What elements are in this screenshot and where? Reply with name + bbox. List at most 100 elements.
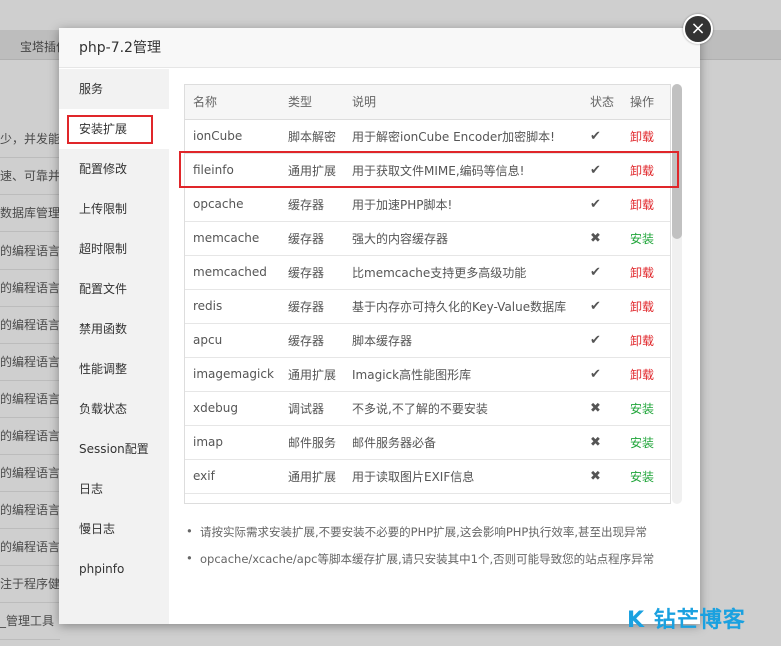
table-row: memcache 缓存器 强大的内容缓存器 ✖ 安装: [185, 221, 670, 256]
notes-list: 请按实际需求安装扩展,不要安装不必要的PHP扩展,这会影响PHP执行效率,甚至出…: [184, 524, 694, 578]
header-status: 状态: [582, 85, 622, 120]
extension-table-container: 名称 类型 说明 状态 操作 ionCube 脚本解密 用于解密ionCube En…: [184, 84, 684, 504]
ext-name: xdebug: [185, 391, 280, 426]
install-link[interactable]: 安装: [622, 425, 670, 460]
status-cross-icon: ✖: [582, 391, 622, 426]
ext-desc: 邮件服务器必备: [344, 425, 582, 460]
dialog-title: php-7.2管理: [59, 28, 700, 68]
ext-type: 缓存器: [280, 187, 344, 222]
table-row: opcache 缓存器 用于加速PHP脚本! ✔ 卸载: [185, 187, 670, 222]
header-type: 类型: [280, 85, 344, 120]
ext-desc: 用于解密ionCube Encoder加密脚本!: [344, 119, 582, 154]
status-cross-icon: ✖: [582, 459, 622, 494]
extension-table-scroll[interactable]: 名称 类型 说明 状态 操作 ionCube 脚本解密 用于解密ionCube En…: [184, 84, 671, 504]
sidebar-item[interactable]: 性能调整: [59, 349, 169, 389]
active-item-highlight-box: [67, 115, 153, 144]
sidebar-item-label: 配置文件: [79, 282, 128, 296]
sidebar-item[interactable]: Session配置: [59, 429, 169, 469]
sidebar-item[interactable]: 禁用函数: [59, 309, 169, 349]
ext-desc: Imagick高性能图形库: [344, 357, 582, 392]
ext-name: imap: [185, 425, 280, 460]
ext-name: apcu: [185, 323, 280, 358]
table-row: fileinfo 通用扩展 用于获取文件MIME,编码等信息! ✔ 卸载: [185, 153, 670, 188]
sidebar-item-label: 负载状态: [79, 402, 128, 416]
table-row: exif 通用扩展 用于读取图片EXIF信息 ✖ 安装: [185, 459, 670, 494]
ext-desc: 不多说,不了解的不要安装: [344, 391, 582, 426]
table-row: apcu 缓存器 脚本缓存器 ✔ 卸载: [185, 323, 670, 358]
ext-type: 缓存器: [280, 255, 344, 290]
ext-type: 脚本解密: [280, 119, 344, 154]
sidebar-item-label: 服务: [79, 82, 104, 96]
sidebar-item-label: 超时限制: [79, 242, 128, 256]
sidebar-item-label: phpinfo: [79, 562, 125, 576]
sidebar-item[interactable]: 上传限制: [59, 189, 169, 229]
status-check-icon: ✔: [582, 289, 622, 324]
uninstall-link[interactable]: 卸载: [622, 357, 670, 392]
watermark-logo: K 钻芒博客: [627, 608, 746, 633]
uninstall-link[interactable]: 卸载: [622, 323, 670, 358]
ext-type: 邮件服务: [280, 425, 344, 460]
ext-name: imagemagick: [185, 357, 280, 392]
uninstall-link[interactable]: 卸载: [622, 289, 670, 324]
sidebar-item-label: 慢日志: [79, 522, 116, 536]
ext-name: exif: [185, 459, 280, 494]
ext-name: memcache: [185, 221, 280, 256]
close-icon[interactable]: ×: [683, 14, 713, 44]
scrollbar[interactable]: [672, 84, 682, 504]
sidebar-item[interactable]: 慢日志: [59, 509, 169, 549]
status-check-icon: ✔: [582, 323, 622, 358]
uninstall-link[interactable]: 卸载: [622, 153, 670, 188]
sidebar-item[interactable]: 安装扩展: [59, 109, 169, 149]
sidebar-item-label: 上传限制: [79, 202, 128, 216]
uninstall-link[interactable]: 卸载: [622, 255, 670, 290]
sidebar-item[interactable]: 配置修改: [59, 149, 169, 189]
scrollbar-thumb[interactable]: [672, 84, 682, 239]
ext-name: memcached: [185, 255, 280, 290]
php-manager-dialog: php-7.2管理 服务安装扩展配置修改上传限制超时限制配置文件禁用函数 性能调整…: [59, 28, 700, 624]
ext-desc: 用于加速PHP脚本!: [344, 187, 582, 222]
status-check-icon: ✔: [582, 187, 622, 222]
ext-name: redis: [185, 289, 280, 324]
sidebar-item-label: 日志: [79, 482, 104, 496]
ext-name: ionCube: [185, 119, 280, 154]
ext-type: 缓存器: [280, 323, 344, 358]
table-row: memcached 缓存器 比memcache支持更多高级功能 ✔ 卸载: [185, 255, 670, 290]
install-link[interactable]: 安装: [622, 459, 670, 494]
status-check-icon: ✔: [582, 119, 622, 154]
table-row: imap 邮件服务 邮件服务器必备 ✖ 安装: [185, 425, 670, 460]
install-link[interactable]: 安装: [622, 221, 670, 256]
header-op: 操作: [622, 85, 670, 120]
sidebar-item-label: 配置修改: [79, 162, 128, 176]
sidebar-item[interactable]: 超时限制: [59, 229, 169, 269]
status-check-icon: ✔: [582, 153, 622, 188]
ext-type: 通用扩展: [280, 459, 344, 494]
table-row: xdebug 调试器 不多说,不了解的不要安装 ✖ 安装: [185, 391, 670, 426]
table-row: ionCube 脚本解密 用于解密ionCube Encoder加密脚本! ✔ 卸载: [185, 119, 670, 154]
sidebar-item[interactable]: 日志: [59, 469, 169, 509]
status-check-icon: ✔: [582, 255, 622, 290]
sidebar: 服务安装扩展配置修改上传限制超时限制配置文件禁用函数 性能调整负载状态 Sessio…: [59, 69, 169, 624]
status-check-icon: ✔: [582, 357, 622, 392]
ext-type: 通用扩展: [280, 357, 344, 392]
uninstall-link[interactable]: 卸载: [622, 119, 670, 154]
table-row: imagemagick 通用扩展 Imagick高性能图形库 ✔ 卸载: [185, 357, 670, 392]
ext-desc: 强大的内容缓存器: [344, 221, 582, 256]
sidebar-item[interactable]: 配置文件: [59, 269, 169, 309]
uninstall-link[interactable]: 卸载: [622, 187, 670, 222]
ext-desc: 用于读取图片EXIF信息: [344, 459, 582, 494]
ext-type: 调试器: [280, 391, 344, 426]
sidebar-item[interactable]: 负载状态: [59, 389, 169, 429]
sidebar-item[interactable]: phpinfo: [59, 549, 169, 589]
ext-desc: 比memcache支持更多高级功能: [344, 255, 582, 290]
note-item: 请按实际需求安装扩展,不要安装不必要的PHP扩展,这会影响PHP执行效率,甚至出…: [184, 524, 694, 540]
ext-type: 通用扩展: [280, 153, 344, 188]
table-row: redis 缓存器 基于内存亦可持久化的Key-Value数据库 ✔ 卸载: [185, 289, 670, 324]
sidebar-item[interactable]: 服务: [59, 69, 169, 109]
ext-type: 缓存器: [280, 221, 344, 256]
sidebar-item-label: Session配置: [79, 442, 149, 456]
ext-type: 缓存器: [280, 289, 344, 324]
install-link[interactable]: 安装: [622, 391, 670, 426]
status-cross-icon: ✖: [582, 221, 622, 256]
note-item: opcache/xcache/apc等脚本缓存扩展,请只安装其中1个,否则可能导…: [184, 551, 694, 567]
table-header-row: 名称 类型 说明 状态 操作: [185, 85, 670, 120]
